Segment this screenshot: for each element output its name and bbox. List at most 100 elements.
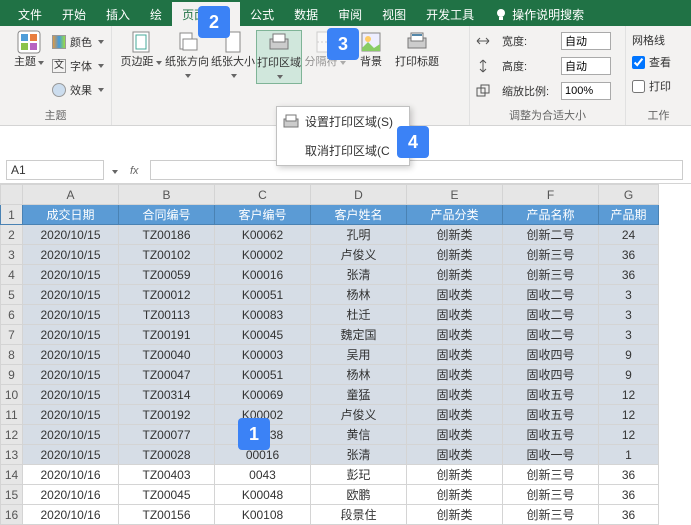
cell[interactable]: TZ00192 bbox=[119, 405, 215, 425]
cell[interactable]: TZ00191 bbox=[119, 325, 215, 345]
orientation-button[interactable]: 纸张方向 bbox=[164, 30, 210, 84]
cell[interactable]: 固收四号 bbox=[503, 365, 599, 385]
cell[interactable]: TZ00047 bbox=[119, 365, 215, 385]
cell[interactable]: TZ00012 bbox=[119, 285, 215, 305]
cell[interactable]: K00016 bbox=[215, 265, 311, 285]
row-header[interactable]: 14 bbox=[1, 465, 23, 485]
cell[interactable]: 黄信 bbox=[311, 425, 407, 445]
cell[interactable]: K00051 bbox=[215, 365, 311, 385]
row-header[interactable]: 11 bbox=[1, 405, 23, 425]
cell[interactable]: K00083 bbox=[215, 305, 311, 325]
tab-review[interactable]: 审阅 bbox=[328, 2, 372, 26]
cell[interactable]: 固收类 bbox=[407, 305, 503, 325]
cell[interactable]: TZ00314 bbox=[119, 385, 215, 405]
cell[interactable]: TZ00102 bbox=[119, 245, 215, 265]
tab-file[interactable]: 文件 bbox=[8, 2, 52, 26]
cell[interactable]: 2020/10/15 bbox=[23, 385, 119, 405]
cell[interactable]: 彭玘 bbox=[311, 465, 407, 485]
col-header-G[interactable]: G bbox=[599, 185, 659, 205]
scale-input[interactable] bbox=[561, 82, 611, 100]
cell[interactable]: TZ00077 bbox=[119, 425, 215, 445]
tab-data[interactable]: 数据 bbox=[284, 2, 328, 26]
cell[interactable]: 2020/10/15 bbox=[23, 425, 119, 445]
size-button[interactable]: 纸张大小 bbox=[210, 30, 256, 84]
table-header-cell[interactable]: 合同编号 bbox=[119, 205, 215, 225]
theme-effects-button[interactable]: 效果 bbox=[52, 80, 104, 100]
row-header[interactable]: 7 bbox=[1, 325, 23, 345]
tab-view[interactable]: 视图 bbox=[372, 2, 416, 26]
row-header[interactable]: 6 bbox=[1, 305, 23, 325]
theme-fonts-button[interactable]: 文字体 bbox=[52, 56, 104, 76]
cell[interactable]: TZ00028 bbox=[119, 445, 215, 465]
col-header-D[interactable]: D bbox=[311, 185, 407, 205]
tell-me[interactable]: 操作说明搜索 bbox=[484, 2, 594, 26]
cell[interactable]: K00045 bbox=[215, 325, 311, 345]
col-header-B[interactable]: B bbox=[119, 185, 215, 205]
print-titles-button[interactable]: 打印标题 bbox=[394, 30, 440, 84]
themes-button[interactable]: 主题 bbox=[6, 30, 52, 102]
cell[interactable]: 固收二号 bbox=[503, 305, 599, 325]
cell[interactable]: 张清 bbox=[311, 445, 407, 465]
cell[interactable]: 12 bbox=[599, 385, 659, 405]
cell[interactable]: 固收二号 bbox=[503, 325, 599, 345]
select-all-cell[interactable] bbox=[1, 185, 23, 205]
cell[interactable]: 2020/10/16 bbox=[23, 465, 119, 485]
cell[interactable]: 1 bbox=[599, 445, 659, 465]
cell[interactable]: 创新类 bbox=[407, 245, 503, 265]
height-select[interactable] bbox=[561, 57, 611, 75]
row-header[interactable]: 15 bbox=[1, 485, 23, 505]
table-header-cell[interactable]: 客户姓名 bbox=[311, 205, 407, 225]
cell[interactable]: 创新三号 bbox=[503, 265, 599, 285]
cell[interactable]: 固收五号 bbox=[503, 405, 599, 425]
cell[interactable]: 2020/10/15 bbox=[23, 265, 119, 285]
row-header[interactable]: 9 bbox=[1, 365, 23, 385]
cell[interactable]: 欧鹏 bbox=[311, 485, 407, 505]
cell[interactable]: 9 bbox=[599, 365, 659, 385]
cell[interactable]: 创新三号 bbox=[503, 465, 599, 485]
cell[interactable]: TZ00403 bbox=[119, 465, 215, 485]
cell[interactable]: 固收五号 bbox=[503, 385, 599, 405]
cell[interactable]: 卢俊义 bbox=[311, 405, 407, 425]
print-gridlines-checkbox[interactable]: 打印 bbox=[632, 76, 685, 96]
cell[interactable]: 固收五号 bbox=[503, 425, 599, 445]
cell[interactable]: 36 bbox=[599, 245, 659, 265]
cell[interactable]: 吴用 bbox=[311, 345, 407, 365]
cell[interactable]: K00062 bbox=[215, 225, 311, 245]
cell[interactable]: TZ00059 bbox=[119, 265, 215, 285]
worksheet[interactable]: ABCDEFG1成交日期合同编号客户编号客户姓名产品分类产品名称产品期22020… bbox=[0, 184, 691, 525]
table-header-cell[interactable]: 产品名称 bbox=[503, 205, 599, 225]
table-header-cell[interactable]: 客户编号 bbox=[215, 205, 311, 225]
cell[interactable]: 2020/10/15 bbox=[23, 225, 119, 245]
tab-home[interactable]: 开始 bbox=[52, 2, 96, 26]
cell[interactable]: 36 bbox=[599, 465, 659, 485]
cell[interactable]: 固收类 bbox=[407, 285, 503, 305]
clear-print-area-item[interactable]: 取消打印区域(C bbox=[277, 136, 409, 165]
cell[interactable]: 2020/10/15 bbox=[23, 445, 119, 465]
cell[interactable]: 36 bbox=[599, 265, 659, 285]
fx-icon[interactable]: fx bbox=[130, 163, 144, 177]
cell[interactable]: 杜迁 bbox=[311, 305, 407, 325]
cell[interactable]: K00003 bbox=[215, 345, 311, 365]
cell[interactable]: 2020/10/15 bbox=[23, 305, 119, 325]
cell[interactable]: 2020/10/15 bbox=[23, 325, 119, 345]
cell[interactable]: 12 bbox=[599, 405, 659, 425]
col-header-A[interactable]: A bbox=[23, 185, 119, 205]
cell[interactable]: 2020/10/15 bbox=[23, 345, 119, 365]
cell[interactable]: 张清 bbox=[311, 265, 407, 285]
cell[interactable]: 固收类 bbox=[407, 345, 503, 365]
cell[interactable]: 2020/10/15 bbox=[23, 245, 119, 265]
col-header-E[interactable]: E bbox=[407, 185, 503, 205]
cell[interactable]: 9 bbox=[599, 345, 659, 365]
theme-colors-button[interactable]: 颜色 bbox=[52, 32, 104, 52]
cell[interactable]: 2020/10/15 bbox=[23, 405, 119, 425]
row-header[interactable]: 10 bbox=[1, 385, 23, 405]
cell[interactable]: K00048 bbox=[215, 485, 311, 505]
cell[interactable]: K00051 bbox=[215, 285, 311, 305]
cell[interactable]: 创新二号 bbox=[503, 225, 599, 245]
cell[interactable]: 24 bbox=[599, 225, 659, 245]
cell[interactable]: 固收类 bbox=[407, 445, 503, 465]
cell[interactable]: 杨林 bbox=[311, 365, 407, 385]
row-header[interactable]: 12 bbox=[1, 425, 23, 445]
tab-draw[interactable]: 绘 bbox=[140, 2, 172, 26]
table-header-cell[interactable]: 产品分类 bbox=[407, 205, 503, 225]
